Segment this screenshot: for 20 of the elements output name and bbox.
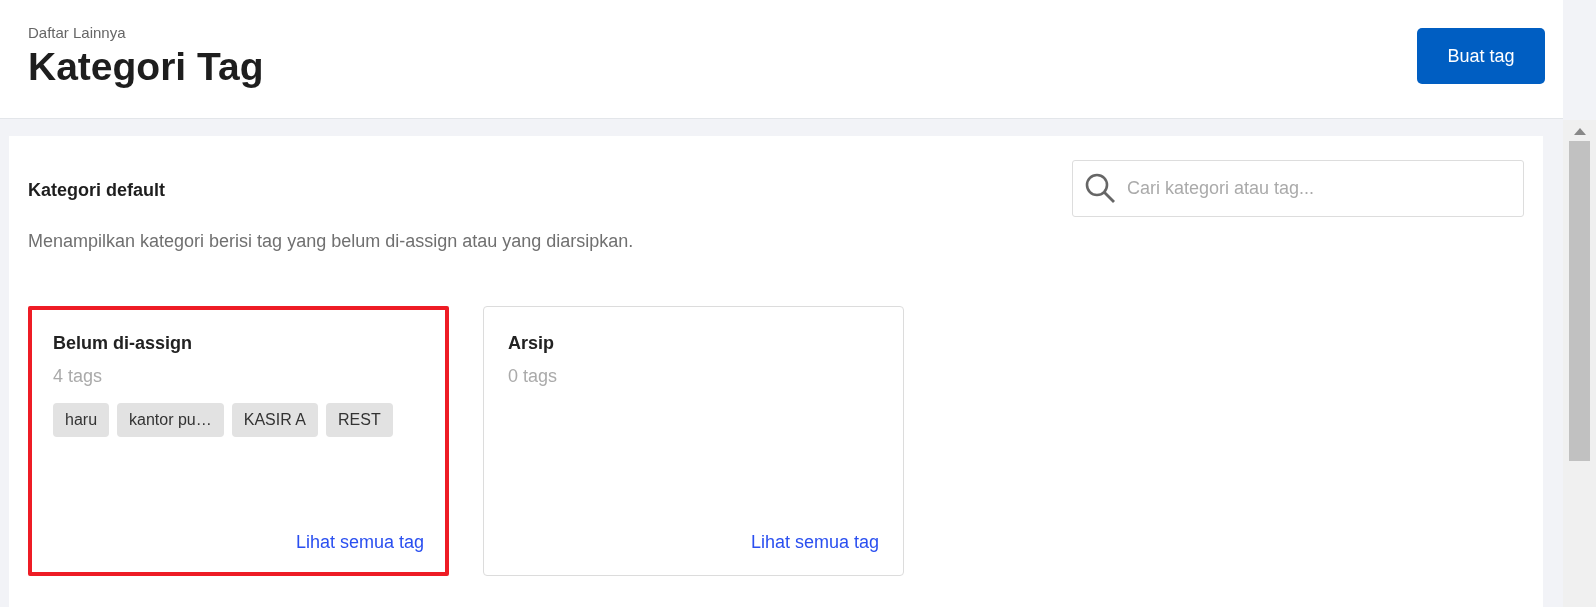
tag-chip: kantor pu… [117,403,224,437]
breadcrumb: Daftar Lainnya [28,24,127,41]
scrollbar[interactable] [1563,120,1596,607]
see-all-tags-link[interactable]: Lihat semua tag [750,532,879,553]
tag-chip: REST [326,403,393,437]
tag-count: 0 tags [508,366,559,387]
search-field[interactable]: Cari kategori atau tag... [1072,160,1524,217]
tag-chip: haru [53,403,110,437]
section-title: Kategori default [28,180,165,201]
card-title: Belum di-assign [53,333,194,354]
see-all-tags-link[interactable]: Lihat semua tag [295,532,424,553]
scroll-up-icon[interactable] [1573,127,1586,135]
section-description: Menampilkan kategori berisi tag yang belum di-assign atau yang diarsipkan. [28,231,635,252]
tag-chip: KASIR A [231,403,318,437]
card-title: Arsip [508,333,555,354]
tag-count: 4 tags [53,366,104,387]
scrollbar-thumb[interactable] [1569,141,1590,461]
page-title: Kategori Tag [28,45,264,89]
search-icon [1084,172,1116,204]
create-tag-button[interactable]: Buat tag [1417,28,1545,84]
